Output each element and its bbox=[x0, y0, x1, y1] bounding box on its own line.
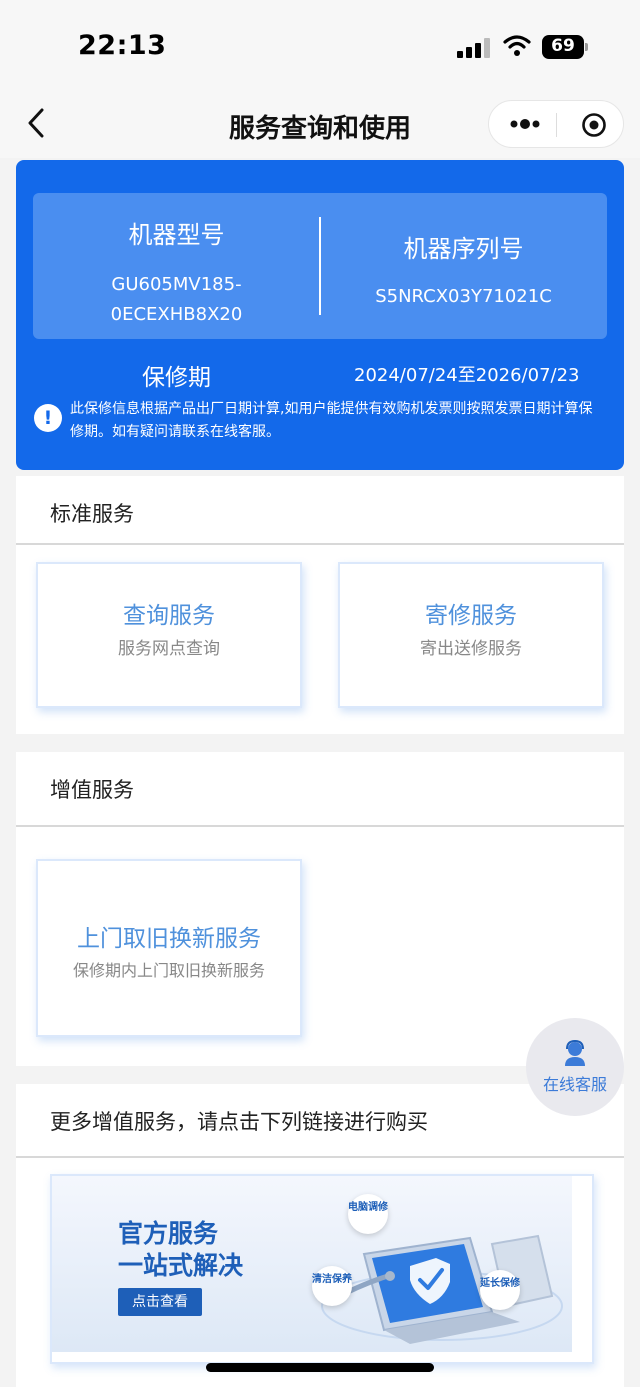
online-customer-service-button[interactable]: 在线客服 bbox=[526, 1018, 624, 1116]
battery-level: 69 bbox=[551, 36, 575, 56]
standard-services-section: 标准服务 查询服务 服务网点查询 寄修服务 寄出送修服务 bbox=[16, 476, 624, 734]
value-added-services-section: 增值服务 上门取旧换新服务 保修期内上门取旧换新服务 bbox=[16, 752, 624, 1066]
section-divider bbox=[16, 1156, 624, 1158]
section-divider bbox=[16, 543, 624, 545]
query-service-card[interactable]: 查询服务 服务网点查询 bbox=[36, 562, 302, 708]
card-subtitle: 服务网点查询 bbox=[118, 639, 220, 659]
banner-headline: 官方服务 bbox=[118, 1219, 219, 1248]
status-time: 22:13 bbox=[78, 30, 167, 61]
cellular-signal-icon bbox=[457, 38, 491, 58]
view-details-button[interactable]: 点击查看 bbox=[118, 1288, 202, 1316]
more-icon[interactable] bbox=[509, 116, 541, 132]
section-title: 更多增值服务，请点击下列链接进行购买 bbox=[50, 1110, 428, 1134]
status-bar: 22:13 69 bbox=[0, 0, 640, 92]
model-value-line2: 0ECEXHB8X20 bbox=[110, 304, 243, 325]
section-divider bbox=[16, 825, 624, 827]
extended-warranty-tag: 延长保修 bbox=[480, 1270, 520, 1310]
model-label: 机器型号 bbox=[128, 221, 225, 249]
serial-value: S5NRCX03Y71021C bbox=[375, 286, 552, 307]
info-icon: ! bbox=[34, 404, 62, 432]
customer-service-label: 在线客服 bbox=[542, 1075, 607, 1094]
card-subtitle: 保修期内上门取旧换新服务 bbox=[72, 961, 265, 980]
model-value-line1: GU605MV185- bbox=[111, 274, 242, 295]
device-info-card: 机器型号 GU605MV185- 0ECEXHB8X20 机器序列号 S5NRC… bbox=[16, 160, 624, 470]
warranty-label: 保修期 bbox=[142, 365, 211, 391]
model-column: 机器型号 GU605MV185- 0ECEXHB8X20 bbox=[33, 193, 320, 339]
home-indicator bbox=[206, 1363, 434, 1372]
card-title: 查询服务 bbox=[123, 603, 215, 629]
banner-subheadline: 一站式解决 bbox=[118, 1251, 244, 1280]
warranty-value: 2024/07/24至2026/07/23 bbox=[354, 365, 580, 386]
warranty-notice: 此保修信息根据产品出厂日期计算,如用户能提供有效购机发票则按照发票日期计算保修期… bbox=[70, 401, 593, 440]
section-title: 增值服务 bbox=[50, 778, 134, 802]
miniprogram-capsule bbox=[488, 100, 624, 148]
battery-icon: 69 bbox=[542, 35, 588, 59]
mail-repair-service-card[interactable]: 寄修服务 寄出送修服务 bbox=[338, 562, 604, 708]
card-title: 上门取旧换新服务 bbox=[77, 926, 261, 952]
section-title: 标准服务 bbox=[50, 502, 134, 526]
home-pickup-trade-in-card[interactable]: 上门取旧换新服务 保修期内上门取旧换新服务 bbox=[36, 859, 302, 1037]
official-service-banner[interactable]: 官方服务 一站式解决 点击查看 电脑调修 清洁保养 延长保修 bbox=[50, 1174, 594, 1364]
card-title: 寄修服务 bbox=[425, 603, 517, 629]
serial-column: 机器序列号 S5NRCX03Y71021C bbox=[320, 193, 607, 339]
laptop-repair-tag: 电脑调修 bbox=[348, 1194, 388, 1234]
serial-label: 机器序列号 bbox=[403, 235, 524, 263]
card-subtitle: 寄出送修服务 bbox=[420, 639, 522, 659]
close-miniprogram-icon[interactable] bbox=[581, 112, 607, 138]
device-info-panel: 机器型号 GU605MV185- 0ECEXHB8X20 机器序列号 S5NRC… bbox=[33, 193, 607, 339]
customer-service-icon bbox=[565, 1040, 585, 1066]
wifi-icon bbox=[503, 35, 531, 56]
nav-bar: 服务查询和使用 bbox=[0, 92, 640, 158]
more-services-section: 更多增值服务，请点击下列链接进行购买 官方服务 一站式解决 点击查看 电脑调修 … bbox=[16, 1084, 624, 1387]
cleaning-maintenance-tag: 清洁保养 bbox=[312, 1266, 352, 1306]
